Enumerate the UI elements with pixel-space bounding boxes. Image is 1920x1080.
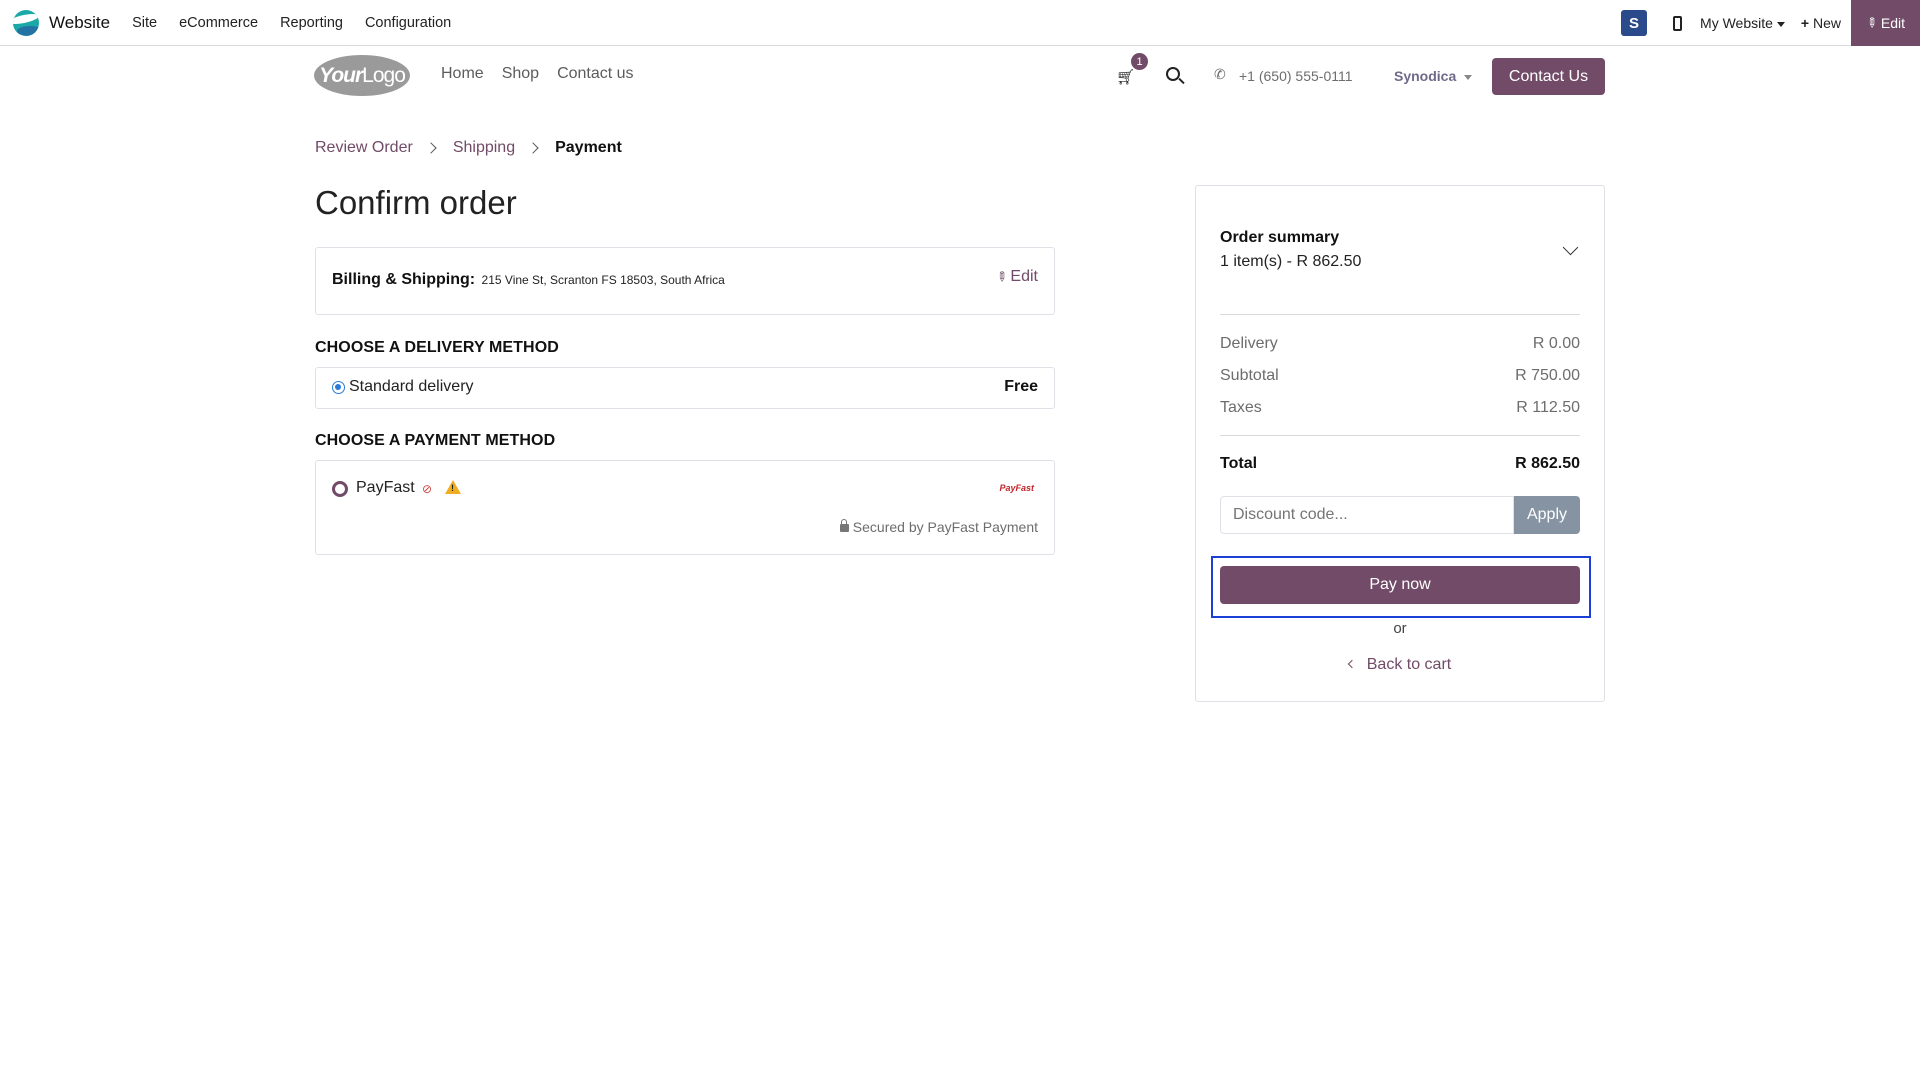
- secured-label: Secured by PayFast Payment: [852, 519, 1038, 535]
- nav-home[interactable]: Home: [441, 65, 484, 83]
- edit-button[interactable]: ✎ Edit: [1851, 0, 1920, 46]
- delivery-name: Standard delivery: [349, 378, 474, 395]
- delivery-method-heading: CHOOSE A DELIVERY METHOD: [315, 339, 559, 356]
- order-summary-title: Order summary: [1220, 229, 1340, 246]
- back-to-cart-label: Back to cart: [1366, 656, 1452, 673]
- breadcrumb-payment: Payment: [555, 139, 622, 156]
- website-selector[interactable]: My Website: [1700, 15, 1785, 31]
- cart-button[interactable]: 🛒︎: [1116, 68, 1135, 86]
- chevron-down-icon[interactable]: [1562, 239, 1579, 256]
- cart-count-badge: 1: [1131, 53, 1148, 70]
- eye-slash-icon: ⊘: [422, 482, 433, 496]
- subtotal-row: Subtotal R 750.00: [1220, 367, 1580, 385]
- taxes-row: Taxes R 112.50: [1220, 399, 1580, 417]
- delivery-price: Free: [1004, 378, 1038, 395]
- company-dropdown[interactable]: Synodica: [1394, 68, 1473, 84]
- site-header: Your Logo Home Shop Contact us 🛒︎ 1 ✆ +1 …: [0, 46, 1920, 106]
- order-summary-items: 1 item(s) - R 862.50: [1220, 253, 1362, 270]
- admin-right-tools: S My Website + New ✎ Edit: [1621, 0, 1920, 46]
- synodica-app-icon[interactable]: S: [1621, 10, 1648, 36]
- payment-option[interactable]: PayFast ⊘ PayFast Secured by PayFast Pay…: [315, 460, 1055, 555]
- edit-button-label: Edit: [1880, 15, 1906, 31]
- total-value: R 862.50: [1515, 455, 1580, 472]
- breadcrumb-review-order[interactable]: Review Order: [315, 139, 413, 157]
- lock-icon: [839, 519, 849, 532]
- discount-code-input[interactable]: [1220, 496, 1514, 534]
- payment-radio[interactable]: [332, 481, 348, 497]
- or-separator: or: [1393, 620, 1407, 637]
- delivery-label: Delivery: [1220, 335, 1278, 352]
- menu-configuration[interactable]: Configuration: [365, 15, 451, 31]
- warning-icon: [445, 480, 461, 494]
- billing-label-text: Billing & Shipping:: [332, 271, 476, 288]
- menu-reporting[interactable]: Reporting: [280, 15, 343, 31]
- admin-bar: Website Site eCommerce Reporting Configu…: [0, 0, 1920, 46]
- menu-ecommerce[interactable]: eCommerce: [179, 15, 258, 31]
- taxes-label: Taxes: [1220, 399, 1262, 416]
- main-nav: Home Shop Contact us: [441, 65, 652, 83]
- phone-number[interactable]: +1 (650) 555-0111: [1239, 68, 1353, 84]
- billing-shipping-label: Billing & Shipping: 215 Vine St, Scranto…: [332, 271, 725, 289]
- edit-address-link[interactable]: ✎Edit: [992, 267, 1038, 286]
- chevron-right-icon: [527, 142, 539, 154]
- chevron-right-icon: [425, 142, 437, 154]
- website-selector-label: My Website: [1700, 15, 1773, 31]
- pencil-icon: ✎: [1862, 13, 1881, 32]
- company-label: Synodica: [1394, 68, 1457, 84]
- logo-text: Logo: [362, 63, 406, 87]
- divider: [1220, 314, 1580, 315]
- new-button[interactable]: + New: [1801, 15, 1841, 31]
- new-button-label: New: [1812, 15, 1841, 31]
- billing-address: 215 Vine St, Scranton FS 18503, South Af…: [481, 273, 725, 287]
- nav-contact-us[interactable]: Contact us: [557, 65, 633, 83]
- menu-site[interactable]: Site: [132, 15, 157, 31]
- subtotal-value: R 750.00: [1515, 367, 1580, 384]
- edit-address-label: Edit: [1010, 268, 1038, 285]
- delivery-row: Delivery R 0.00: [1220, 335, 1580, 353]
- payfast-logo: PayFast: [999, 483, 1034, 493]
- logo-text-bold: Your: [319, 63, 363, 87]
- pencil-icon: ✎: [992, 267, 1011, 286]
- delivery-value: R 0.00: [1532, 335, 1580, 352]
- subtotal-label: Subtotal: [1220, 367, 1279, 384]
- chevron-left-icon: [1347, 659, 1356, 669]
- mobile-preview-icon[interactable]: [1673, 15, 1683, 31]
- secured-by-text: Secured by PayFast Payment: [839, 519, 1038, 535]
- caret-down-icon: [1464, 74, 1473, 80]
- plus-icon: +: [1800, 15, 1810, 31]
- app-name[interactable]: Website: [49, 13, 110, 33]
- site-logo[interactable]: Your Logo: [314, 55, 410, 96]
- delivery-option[interactable]: Standard delivery Free: [315, 367, 1055, 409]
- cart-icon: 🛒︎: [1116, 69, 1136, 86]
- page-title: Confirm order: [315, 184, 517, 221]
- back-to-cart-link[interactable]: Back to cart: [1196, 656, 1604, 674]
- checkout-breadcrumb: Review Order Shipping Payment: [315, 139, 622, 157]
- nav-shop[interactable]: Shop: [502, 65, 539, 83]
- search-icon[interactable]: [1166, 67, 1180, 81]
- delivery-radio[interactable]: [332, 381, 345, 394]
- divider: [1220, 435, 1580, 436]
- odoo-website-app-icon[interactable]: [13, 9, 39, 36]
- phone-icon: ✆: [1214, 66, 1226, 82]
- order-summary-panel: Order summary 1 item(s) - R 862.50 Deliv…: [1195, 185, 1605, 702]
- total-row: Total R 862.50: [1220, 455, 1580, 473]
- payment-method-heading: CHOOSE A PAYMENT METHOD: [315, 432, 556, 449]
- admin-menu: Site eCommerce Reporting Configuration: [132, 15, 473, 31]
- billing-shipping-card: Billing & Shipping: 215 Vine St, Scranto…: [315, 247, 1055, 315]
- taxes-value: R 112.50: [1516, 399, 1580, 416]
- pay-now-button[interactable]: Pay now: [1220, 566, 1580, 604]
- apply-discount-button[interactable]: Apply: [1514, 496, 1580, 534]
- breadcrumb-shipping[interactable]: Shipping: [453, 139, 515, 157]
- caret-down-icon: [1776, 21, 1785, 27]
- payment-name: PayFast: [356, 479, 415, 496]
- contact-us-button[interactable]: Contact Us: [1492, 58, 1605, 95]
- total-label: Total: [1220, 455, 1258, 472]
